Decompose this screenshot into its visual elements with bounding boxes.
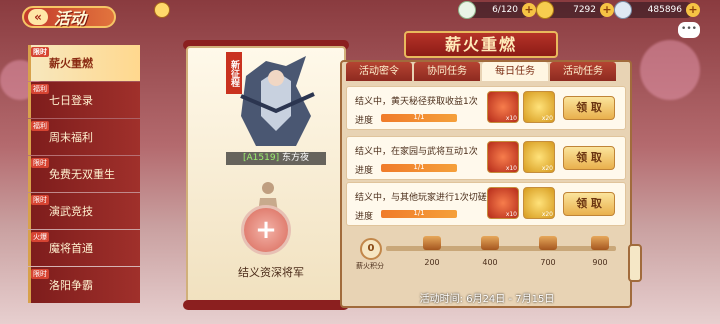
task-row: 结义中，与其他玩家进行1次切磋 进度 1/1 x10 x20 领 取 <box>346 182 626 226</box>
blossom-decoration <box>640 40 700 100</box>
score-value: 0 <box>360 238 382 260</box>
tab-event[interactable]: 活动任务 <box>550 62 616 81</box>
gold-ingot-icon <box>536 1 554 19</box>
back-arrow-icon: « <box>28 9 48 25</box>
gold-ingot-icon[interactable]: x20 <box>523 141 555 173</box>
event-dates: 活动时间: 6月24日 - 7月15日 <box>419 294 555 305</box>
milestone-chest[interactable]: 200 <box>418 236 446 267</box>
silver-coin-icon <box>614 1 632 19</box>
sidebar-item-yanwu[interactable]: 限时 演武竞技 <box>28 193 140 229</box>
activity-sidebar: 限时 薪火重燃 福利 七日登录 福利 周末福利 限时 免费无双重生 限时 演武竞技 火爆魔… <box>28 45 140 315</box>
add-hero-button[interactable]: + <box>241 205 291 255</box>
task-row: 结义中，在家园与武将互动1次 进度 1/1 x10 x20 领 取 <box>346 136 626 180</box>
gold-ingot-icon[interactable]: x20 <box>523 91 555 123</box>
resource-gold: 7292 + <box>536 1 614 19</box>
hero-portrait <box>240 56 315 146</box>
milestone-chest[interactable]: 400 <box>476 236 504 267</box>
fire-icon[interactable]: x10 <box>487 141 519 173</box>
add-jade-button[interactable]: + <box>522 3 536 17</box>
back-button[interactable]: « 活动 <box>22 6 116 28</box>
sidebar-item-qiri[interactable]: 福利 七日登录 <box>28 82 140 118</box>
tab-daily[interactable]: 每日任务 <box>482 62 548 81</box>
tab-secret-order[interactable]: 活动密令 <box>346 62 412 81</box>
milestone-chest[interactable]: 700 <box>534 236 562 267</box>
score-track: 0 薪火积分 200 400 700 900 <box>346 234 626 274</box>
add-silver-button[interactable]: + <box>686 3 700 17</box>
panel-title: 薪火重燃 <box>404 31 558 58</box>
scroll-decoration <box>628 244 642 282</box>
fire-icon[interactable]: x10 <box>487 91 519 123</box>
resource-silver: 485896 + <box>614 1 700 19</box>
page-title: 活动 <box>54 9 87 28</box>
gold-ingot-icon[interactable]: x20 <box>523 187 555 219</box>
sidebar-item-mojiang[interactable]: 火爆 魔将首通 <box>28 230 140 266</box>
jade-icon <box>458 1 476 19</box>
chest-icon <box>481 236 499 250</box>
chest-icon <box>539 236 557 250</box>
claim-button[interactable]: 领 取 <box>563 146 615 170</box>
tab-bar: 活动密令 协同任务 每日任务 活动任务 <box>346 62 616 81</box>
chest-icon <box>591 236 609 250</box>
claim-button[interactable]: 领 取 <box>563 96 615 120</box>
chat-bubble-icon[interactable]: ••• <box>678 22 700 38</box>
add-gold-button[interactable]: + <box>600 3 614 17</box>
hero-name-label: [A1519] 东方夜 <box>226 152 326 165</box>
home-icon[interactable] <box>154 2 170 18</box>
scroll-roll-bottom <box>183 300 349 310</box>
tab-cooperative[interactable]: 协同任务 <box>414 62 480 81</box>
sidebar-item-chongsheng[interactable]: 限时 免费无双重生 <box>28 156 140 192</box>
claim-button[interactable]: 领 取 <box>563 192 615 216</box>
fire-icon[interactable]: x10 <box>487 187 519 219</box>
resource-jade: 6/120 + <box>458 1 536 19</box>
sidebar-item-zhoumo[interactable]: 福利 周末福利 <box>28 119 140 155</box>
sidebar-item-xinhuo[interactable]: 限时 薪火重燃 <box>28 45 140 81</box>
score-label: 薪火积分 <box>356 262 384 270</box>
sidebar-item-luoyang[interactable]: 限时 洛阳争霸 <box>28 267 140 303</box>
chest-icon <box>423 236 441 250</box>
card-caption: 结义资深将军 <box>238 266 304 279</box>
milestone-chest[interactable]: 900 <box>586 236 614 267</box>
task-row: 结义中，黄天秘径获取收益1次 进度 1/1 x10 x20 领 取 <box>346 86 626 130</box>
